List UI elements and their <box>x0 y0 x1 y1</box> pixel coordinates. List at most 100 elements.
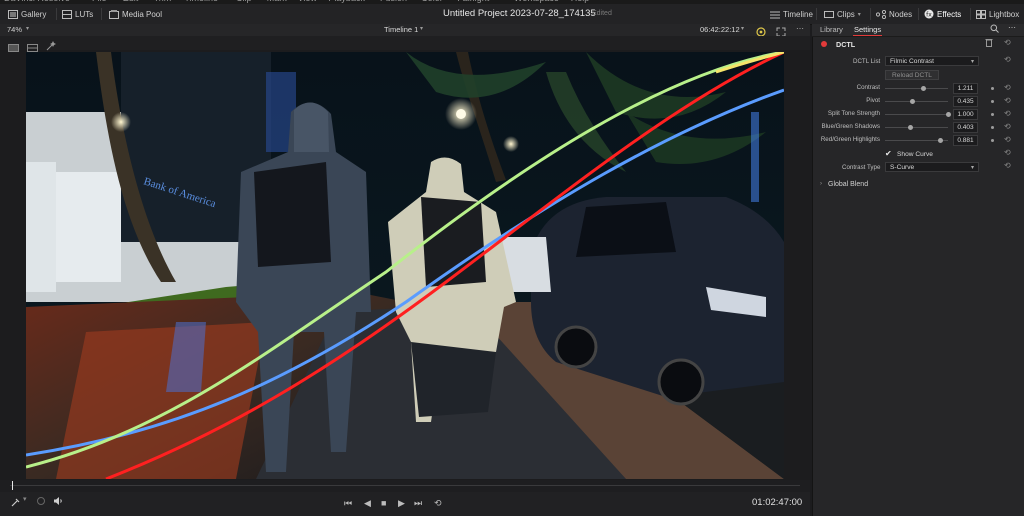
reset-icon[interactable]: ⟲ <box>1004 83 1011 92</box>
menu-item[interactable]: Fusion <box>380 0 407 3</box>
reset-icon[interactable]: ⟲ <box>1004 109 1011 118</box>
effect-name: DCTL <box>836 40 856 49</box>
param-label: Contrast <box>856 84 880 91</box>
param-slider[interactable] <box>885 88 948 89</box>
go-to-start-icon[interactable]: ⏮ <box>344 498 352 509</box>
reset-icon[interactable]: ⟲ <box>1004 38 1011 47</box>
chevron-down-icon[interactable]: ▾ <box>26 25 29 32</box>
menu-item[interactable]: Trim <box>154 0 172 3</box>
param-slider-knob[interactable] <box>945 112 951 117</box>
trash-icon[interactable] <box>985 38 993 49</box>
reset-icon[interactable]: ⟲ <box>1004 122 1011 131</box>
keyframe-dot-icon[interactable] <box>991 126 994 129</box>
speaker-icon[interactable] <box>53 496 64 508</box>
effect-enable-toggle[interactable] <box>821 41 827 47</box>
effects-button[interactable]: fx Effects <box>924 7 961 21</box>
search-icon[interactable] <box>990 24 999 35</box>
timeline-name[interactable]: Timeline 1 <box>384 25 418 34</box>
chevron-down-icon[interactable]: ▾ <box>420 25 423 32</box>
chevron-down-icon[interactable]: ▾ <box>741 25 744 32</box>
nodes-label: Nodes <box>889 9 913 19</box>
param-slider[interactable] <box>885 114 948 115</box>
menu-item[interactable]: Clip <box>236 0 252 3</box>
param-slider[interactable] <box>885 101 948 102</box>
chevron-down-icon[interactable]: ▾ <box>23 495 27 503</box>
more-options-icon[interactable]: ⋯ <box>796 24 804 33</box>
zoom-level[interactable]: 74% <box>7 25 22 34</box>
luts-button[interactable]: LUTs <box>62 7 93 21</box>
loop-icon[interactable]: ⟲ <box>434 498 442 509</box>
active-tab-indicator <box>853 35 882 36</box>
menu-item[interactable]: Playback <box>328 0 365 3</box>
timeline-icon <box>770 9 780 19</box>
more-options-icon[interactable]: ⋯ <box>1008 23 1016 32</box>
chevron-down-icon: ▾ <box>857 11 861 18</box>
tab-library[interactable]: Library <box>820 25 843 34</box>
param-label: Pivot <box>866 97 880 104</box>
reset-icon[interactable]: ⟲ <box>1004 96 1011 105</box>
menu-item[interactable]: File <box>92 0 107 3</box>
param-value-field[interactable]: 0.881 <box>953 135 978 146</box>
reset-icon[interactable]: ⟲ <box>1004 55 1011 64</box>
keyframe-dot-icon[interactable] <box>991 139 994 142</box>
menu-item[interactable]: Timeline <box>184 0 218 3</box>
playhead[interactable] <box>12 481 13 490</box>
lightbox-label: Lightbox <box>989 9 1020 19</box>
scrubber-track[interactable] <box>10 485 800 486</box>
nodes-button[interactable]: Nodes <box>876 7 912 21</box>
reset-icon[interactable]: ⟲ <box>1004 148 1011 157</box>
lightbox-button[interactable]: Lightbox <box>976 7 1019 21</box>
effects-label: Effects <box>937 9 962 19</box>
keyframe-dot-icon[interactable] <box>991 87 994 90</box>
chevron-right-icon[interactable]: › <box>820 181 822 187</box>
param-slider-knob[interactable] <box>920 86 926 91</box>
reload-dctl-button[interactable]: Reload DCTL <box>885 70 939 80</box>
top-toolbar: Gallery LUTs Media Pool Untitled Project… <box>0 4 1024 25</box>
menu-item[interactable]: Fairlight <box>457 0 489 3</box>
timeline-button[interactable]: Timeline <box>770 7 813 21</box>
menu-item[interactable]: View <box>298 0 317 3</box>
checkbox-checked-icon[interactable]: ✔ <box>885 149 892 158</box>
reverse-play-icon[interactable]: ◀ <box>364 498 371 509</box>
luts-label: LUTs <box>75 9 94 19</box>
param-value-field[interactable]: 1.000 <box>953 109 978 120</box>
reset-icon[interactable]: ⟲ <box>1004 161 1011 170</box>
param-label: Red/Green Highlights <box>820 136 880 143</box>
menu-item[interactable]: Workspace <box>514 0 559 3</box>
global-blend-section[interactable]: Global Blend <box>828 181 868 188</box>
project-state: Edited <box>592 10 612 17</box>
param-slider-knob[interactable] <box>907 125 913 130</box>
stop-icon[interactable]: ■ <box>381 498 386 508</box>
eyedropper-icon[interactable] <box>11 497 21 509</box>
dctl-list-dropdown[interactable]: Filmic Contrast ▾ <box>885 56 979 66</box>
param-slider-knob[interactable] <box>937 138 943 143</box>
clips-button[interactable]: Clips ▾ <box>824 7 861 21</box>
play-icon[interactable]: ▶ <box>398 498 405 509</box>
media-pool-label: Media Pool <box>122 9 163 19</box>
scrubber-bar[interactable] <box>0 480 810 492</box>
video-viewer[interactable]: Bank of America <box>26 52 784 479</box>
param-value-field[interactable]: 0.435 <box>953 96 978 107</box>
param-value-field[interactable]: 1.211 <box>953 83 978 94</box>
media-pool-button[interactable]: Media Pool <box>109 7 162 21</box>
gallery-button[interactable]: Gallery <box>8 7 46 21</box>
menu-item[interactable]: Help <box>571 0 590 3</box>
timeline-label: Timeline <box>783 9 813 19</box>
go-to-end-icon[interactable]: ⏭ <box>414 498 422 509</box>
param-slider[interactable] <box>885 127 948 128</box>
contrast-type-dropdown[interactable]: S-Curve ▾ <box>885 162 979 172</box>
tab-settings[interactable]: Settings <box>854 25 881 34</box>
effects-icon: fx <box>924 9 934 19</box>
menu-item[interactable]: DaVinci Resolve <box>4 0 70 3</box>
gallery-icon <box>8 9 18 19</box>
menu-item[interactable]: Mark <box>267 0 287 3</box>
keyframe-dot-icon[interactable] <box>991 113 994 116</box>
media-pool-icon <box>109 9 119 19</box>
reset-icon[interactable]: ⟲ <box>1004 135 1011 144</box>
keyframe-dot-icon[interactable] <box>991 100 994 103</box>
menu-item[interactable]: Color <box>421 0 443 3</box>
param-value-field[interactable]: 0.403 <box>953 122 978 133</box>
highlight-icon[interactable] <box>36 496 46 508</box>
single-viewer-icon[interactable] <box>8 39 19 57</box>
menu-item[interactable]: Edit <box>123 0 139 3</box>
